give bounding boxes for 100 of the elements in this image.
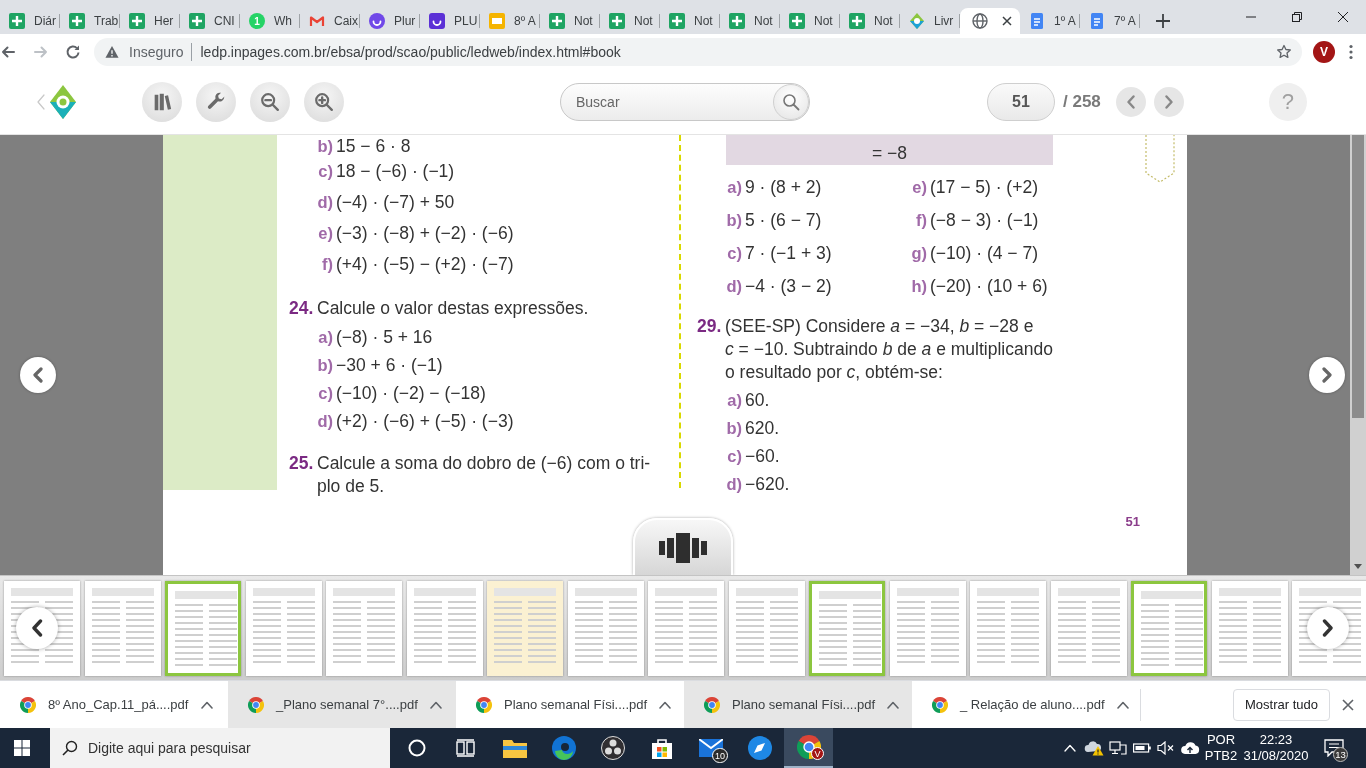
network-icon[interactable]: [1109, 740, 1127, 756]
thumbnail-toggle-button[interactable]: [633, 518, 733, 575]
profile-avatar[interactable]: V: [1313, 41, 1335, 63]
page-thumbnail[interactable]: [487, 580, 563, 676]
page-thumbnail[interactable]: [889, 580, 966, 676]
item-label: c): [726, 244, 742, 263]
page-thumbnail[interactable]: [728, 580, 805, 676]
browser-tab[interactable]: Diár: [0, 8, 60, 34]
browser-tab[interactable]: CNI: [180, 8, 240, 34]
zoom-in-button[interactable]: [304, 82, 344, 122]
chevron-right-icon: [1322, 367, 1332, 383]
item-label: d): [317, 193, 333, 212]
page-thumbnail[interactable]: [245, 580, 322, 676]
windows-logo-icon[interactable]: [14, 740, 30, 756]
exercise-number: 25.: [289, 452, 315, 475]
download-item[interactable]: Plano semanal Físi....pdf: [456, 681, 684, 728]
reload-icon[interactable]: [65, 44, 81, 60]
taskbar-button[interactable]: V: [784, 728, 833, 768]
chevron-left-icon: [1126, 95, 1135, 109]
browser-tab[interactable]: 8º A: [480, 8, 540, 34]
item-label: e): [317, 224, 333, 243]
next-page-button[interactable]: [1309, 357, 1345, 393]
option-text: 60.: [745, 389, 770, 411]
page-thumbnail[interactable]: [326, 580, 402, 676]
math-expression: (−10) · (−2) − (−18): [336, 382, 486, 404]
item-label: h): [910, 277, 927, 296]
browser-tab[interactable]: Not: [840, 8, 900, 34]
download-item[interactable]: _ Relação de aluno....pdf: [912, 681, 1140, 728]
browser-tab[interactable]: Not: [660, 8, 720, 34]
exercise-prompt: Calcule a soma do dobro de (−6) com o tri- plo de 5.: [317, 452, 651, 498]
page-thumbnail[interactable]: [648, 580, 724, 676]
browser-tab[interactable]: Not: [780, 8, 840, 34]
page-thumbnail[interactable]: [165, 580, 241, 676]
option-label: a): [726, 390, 742, 410]
item-label: a): [726, 178, 742, 197]
browser-tab[interactable]: 1 Wh: [240, 8, 300, 34]
notifications-button[interactable]: 13: [1318, 728, 1350, 768]
star-icon[interactable]: [1276, 44, 1292, 60]
page-thumbnail[interactable]: [1211, 580, 1288, 676]
scrollbar-thumb[interactable]: [1352, 135, 1364, 418]
download-item[interactable]: 8º Ano_Cap.11_pá....pdf: [0, 681, 228, 728]
close-icon[interactable]: [1342, 698, 1354, 711]
input-language-button[interactable]: POR PTB2: [1204, 732, 1238, 764]
math-expression: (−10) · (4 − 7): [930, 243, 1038, 264]
browser-tab[interactable]: Livr: [900, 8, 960, 34]
search-field[interactable]: Buscar: [560, 83, 810, 121]
battery-icon[interactable]: [1133, 742, 1151, 754]
download-item[interactable]: _Plano semanal 7°....pdf: [228, 681, 456, 728]
show-all-button[interactable]: Mostrar tudo: [1233, 688, 1330, 721]
browser-tab[interactable]: Not: [600, 8, 660, 34]
chevron-up-icon[interactable]: [1116, 700, 1129, 709]
zoom-out-button[interactable]: [250, 82, 290, 122]
address-field[interactable]: Inseguro ledp.inpages.com.br/ebsa/prod/scao/public/ledweb/index.html#book: [94, 38, 1302, 66]
item-label: b): [317, 355, 333, 375]
cloud-upload-icon[interactable]: [1180, 741, 1200, 755]
browser-tab[interactable]: 1º A: [1020, 8, 1080, 34]
plus-icon[interactable]: [1155, 13, 1171, 29]
download-item[interactable]: Plano semanal Físi....pdf: [684, 681, 912, 728]
previous-page-button[interactable]: [20, 357, 56, 393]
page-thumbnail[interactable]: [406, 580, 483, 676]
page-thumbnail[interactable]: [567, 580, 644, 676]
taskbar-button[interactable]: 10: [686, 728, 735, 768]
page-thumbnail[interactable]: [970, 580, 1046, 676]
url-text: ledp.inpages.com.br/ebsa/prod/scao/public/ledweb/index.html#book: [200, 44, 621, 60]
back-icon[interactable]: [0, 44, 16, 60]
security-label[interactable]: Inseguro: [129, 44, 184, 60]
close-icon: [1338, 12, 1348, 22]
close-icon[interactable]: [1002, 16, 1012, 26]
page-thumbnail[interactable]: [809, 580, 885, 676]
library-button[interactable]: [142, 82, 182, 122]
mail-icon: [309, 13, 325, 29]
chevron-up-icon[interactable]: [201, 700, 213, 709]
exercise-prompt: (SEE-SP) Considere a = −34, b = −28 e c = −10. Subtraindo b de a e multiplicando o resultado por c, obtém-se:: [725, 315, 1053, 384]
browser-tab[interactable]: Plur: [360, 8, 420, 34]
cloud-warning-icon[interactable]: [1084, 740, 1104, 756]
page-thumbnail[interactable]: [1131, 580, 1207, 676]
page-thumbnail[interactable]: [1050, 580, 1127, 676]
browser-tab[interactable]: Not: [540, 8, 600, 34]
speaker-muted-icon[interactable]: [1157, 741, 1175, 755]
zoom-out-icon: [259, 91, 281, 113]
next-page-button[interactable]: [1153, 87, 1184, 117]
browser-tab[interactable]: Not: [720, 8, 780, 34]
page-thumbnail[interactable]: [84, 580, 161, 676]
menu-icon[interactable]: [1349, 44, 1353, 60]
diamond-logo-icon: [50, 85, 76, 119]
search-field[interactable]: Digite aqui para pesquisar: [50, 728, 390, 768]
browser-tab[interactable]: Trab: [60, 8, 120, 34]
browser-tab[interactable]: PLU: [420, 8, 480, 34]
page-number-field[interactable]: 51: [987, 83, 1055, 121]
browser-tab[interactable]: Caix: [300, 8, 360, 34]
arrow-down-icon[interactable]: [1354, 564, 1362, 569]
browser-icon: [248, 696, 264, 713]
scrollbar[interactable]: [1350, 135, 1366, 575]
chevron-up-icon[interactable]: [659, 700, 672, 709]
browser-tab[interactable]: 7º A: [1080, 8, 1140, 34]
clock-button[interactable]: 22:23 31/08/2020: [1242, 732, 1310, 764]
browser-tab[interactable]: [960, 8, 1020, 34]
tools-button[interactable]: [196, 82, 236, 122]
previous-page-button[interactable]: [1115, 87, 1146, 117]
browser-tab[interactable]: Her: [120, 8, 180, 34]
